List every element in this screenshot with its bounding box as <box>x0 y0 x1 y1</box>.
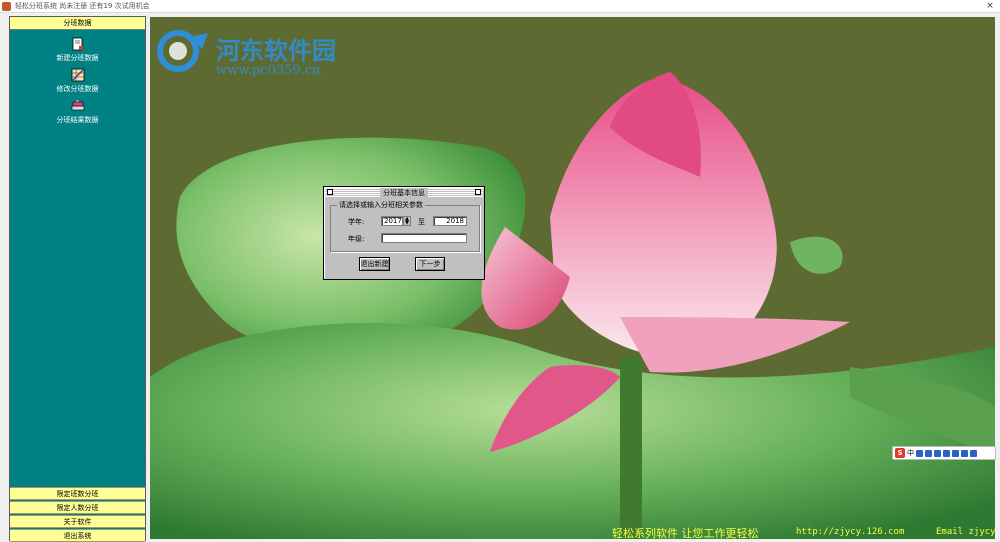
sidebar-header[interactable]: 分班数据 <box>10 17 145 30</box>
sidebar: 分班数据 新建分班数据 修改分班数据 分班结果数据 限定班数分班 限定人数分班 … <box>9 16 146 542</box>
settings-icon[interactable] <box>970 449 977 457</box>
year-start-spinner[interactable]: ▲ ▼ <box>403 216 411 226</box>
sidebar-item-label: 新建分班数据 <box>56 54 99 62</box>
dialog-control-menu-icon[interactable] <box>327 189 333 195</box>
grade-input[interactable] <box>381 233 467 243</box>
fixed-student-count-button[interactable]: 限定人数分班 <box>10 501 145 514</box>
fixed-class-count-button[interactable]: 限定班数分班 <box>10 487 145 500</box>
sidebar-item-new-data[interactable]: 新建分班数据 <box>10 37 145 63</box>
lotus-background-image <box>150 17 995 539</box>
app-icon <box>2 1 11 11</box>
year-separator: 至 <box>418 218 425 226</box>
result-books-icon <box>71 100 84 111</box>
sidebar-item-result-data[interactable]: 分班结果数据 <box>10 99 145 125</box>
skin-icon[interactable] <box>961 449 968 457</box>
parameter-group-title: 请选择或输入分班相关参数 <box>337 200 425 210</box>
close-button[interactable]: × <box>984 0 996 12</box>
watermark-text: 河东软件园 <box>216 36 336 65</box>
ime-mode-label[interactable]: 中 <box>907 448 914 458</box>
parameter-group: 请选择或输入分班相关参数 <box>330 200 480 252</box>
sidebar-item-label: 分班结果数据 <box>56 116 99 124</box>
punctuation-icon[interactable] <box>916 449 923 457</box>
watermark-logo-icon <box>157 30 208 72</box>
footer-url: http://zjycy.126.com <box>796 527 905 537</box>
dialog-title-bar[interactable]: 分班基本信息 <box>325 188 483 198</box>
window-title: 轻松分班系统 尚未注册 还有19 次试用机会 <box>15 2 150 10</box>
footer-email: Email zjycy@163.com <box>936 527 995 537</box>
ime-toolbar[interactable]: S 中 <box>892 446 996 460</box>
next-step-button[interactable]: 下一步 <box>415 257 445 271</box>
watermark-url: www.pc0359.cn <box>216 63 321 78</box>
emoji-icon[interactable] <box>925 449 932 457</box>
year-start-input[interactable]: 2017 <box>381 216 403 226</box>
sogou-icon[interactable]: S <box>895 448 905 458</box>
dialog-title: 分班基本信息 <box>380 188 428 198</box>
year-label: 学年: <box>348 218 365 226</box>
sidebar-item-edit-data[interactable]: 修改分班数据 <box>10 68 145 94</box>
class-setup-dialog: 分班基本信息 请选择或输入分班相关参数 学年: 2017 ▲ ▼ 至 2018 年… <box>323 186 485 280</box>
year-end-input[interactable]: 2018 <box>433 216 467 226</box>
about-button[interactable]: 关于软件 <box>10 515 145 528</box>
sidebar-item-label: 修改分班数据 <box>56 85 99 93</box>
desktop-background: 河东软件园 www.pc0359.cn 轻松系列软件 让您工作更轻松 http:… <box>150 17 995 539</box>
keyboard-icon[interactable] <box>943 449 950 457</box>
footer-slogan: 轻松系列软件 让您工作更轻松 <box>612 527 759 539</box>
toolbox-icon[interactable] <box>952 449 959 457</box>
grade-label: 年级: <box>348 235 365 243</box>
dialog-maximize-icon[interactable] <box>475 189 481 195</box>
new-document-icon <box>72 37 83 51</box>
exit-system-button[interactable]: 退出系统 <box>10 529 145 542</box>
edit-grid-icon <box>71 68 84 82</box>
voice-icon[interactable] <box>934 449 941 457</box>
title-bar: 轻松分班系统 尚未注册 还有19 次试用机会 × <box>0 0 1000 13</box>
exit-new-button[interactable]: 退出新建 <box>359 257 390 271</box>
